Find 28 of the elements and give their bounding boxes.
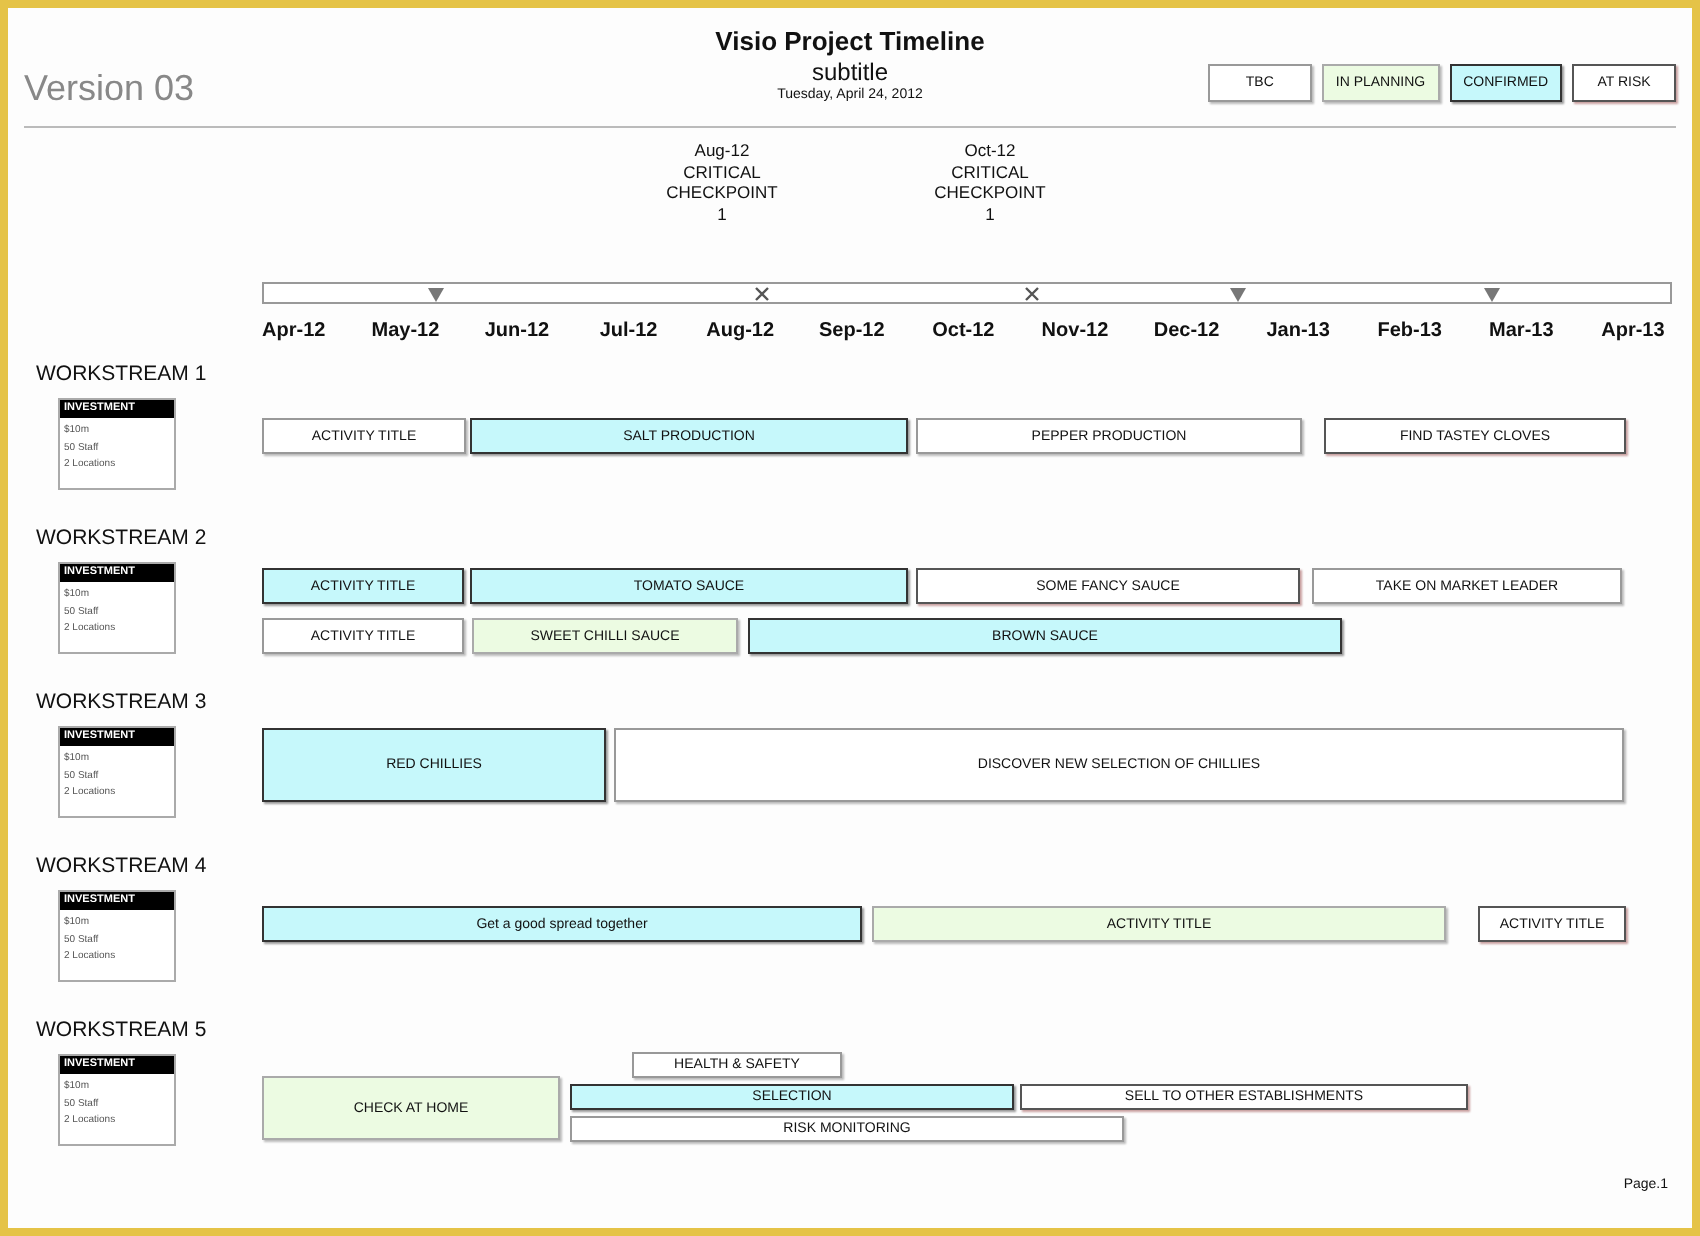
month-label: Jan-13 (1264, 318, 1332, 346)
month-label: Mar-13 (1487, 318, 1556, 346)
triangle-marker-icon (428, 286, 444, 302)
triangle-marker-icon (1484, 286, 1500, 302)
month-label: Dec-12 (1151, 318, 1222, 346)
cross-marker-icon (1024, 286, 1040, 302)
workstream-title: WORKSTREAM 4 (36, 852, 209, 880)
month-label: Aug-12 (704, 318, 777, 346)
month-label: Jul-12 (597, 318, 660, 346)
workstream-title: WORKSTREAM 1 (36, 360, 209, 388)
month-label: Nov-12 (1039, 318, 1111, 346)
month-label: Feb-13 (1375, 318, 1444, 346)
month-label: Sep-12 (816, 318, 887, 346)
milestone-label: Oct-12 CRITICAL CHECKPOINT 1 (934, 140, 1046, 224)
workstream-title: WORKSTREAM 5 (36, 1016, 209, 1044)
milestone-label: Aug-12 CRITICAL CHECKPOINT 1 (666, 140, 778, 224)
document-subtitle: subtitle (811, 58, 888, 86)
month-label: Apr-13 (1599, 318, 1667, 346)
month-label: Apr-12 (260, 318, 328, 346)
version-label: Version 03 (24, 68, 197, 110)
month-label: Oct-12 (930, 318, 997, 346)
workstream-title: WORKSTREAM 2 (36, 524, 209, 552)
document-title: Visio Project Timeline (715, 26, 985, 58)
triangle-marker-icon (1230, 286, 1246, 302)
cross-marker-icon (754, 286, 770, 302)
month-label: May-12 (369, 318, 442, 346)
workstream-title: WORKSTREAM 3 (36, 688, 209, 716)
month-label: Jun-12 (482, 318, 552, 346)
